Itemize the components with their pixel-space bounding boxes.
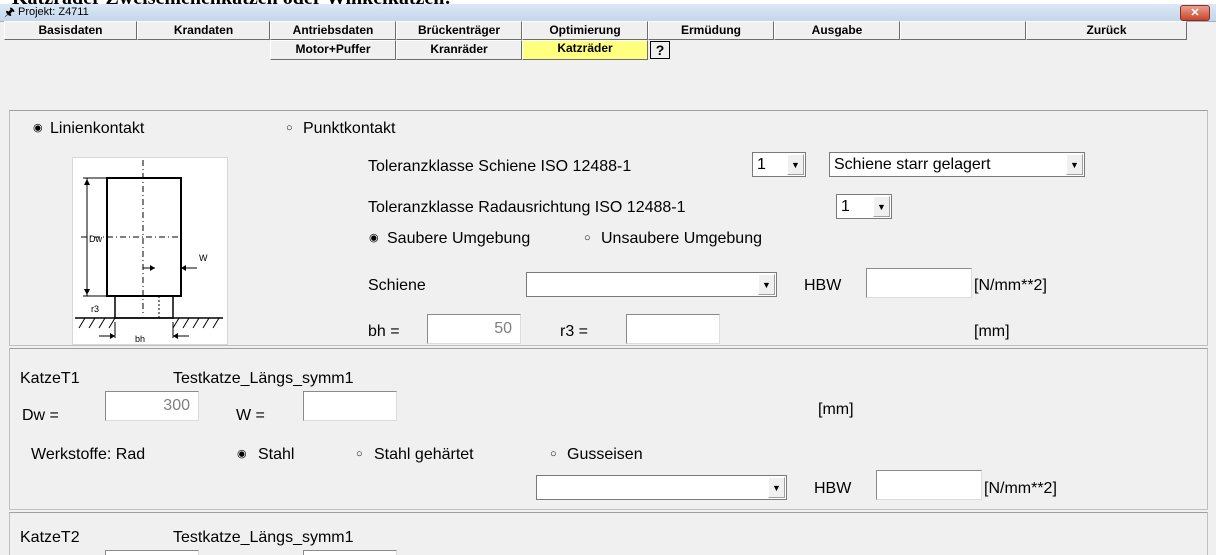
schiene-hbw-input[interactable]	[866, 268, 972, 298]
tab-zurueck[interactable]: Zurück	[1026, 21, 1187, 40]
linienkontakt-radio[interactable]: ◉	[33, 119, 43, 138]
katze-t2-w-input[interactable]	[303, 550, 397, 555]
katze-t2-dw-input[interactable]	[105, 550, 199, 555]
katze-t1-name: Testkatze_Längs_symm1	[173, 370, 354, 387]
katze-t1-hbw-unit: [N/mm**2]	[984, 480, 1057, 497]
schiene-select[interactable]: ▼	[526, 272, 777, 297]
dw-input[interactable]: 300	[105, 391, 199, 421]
w-input[interactable]	[303, 391, 397, 421]
katze-t1-hbw-label: HBW	[814, 480, 852, 497]
dw-label: Dw =	[22, 407, 59, 424]
schiene-label: Schiene	[368, 277, 426, 294]
dims-unit: [mm]	[974, 323, 1010, 340]
katze-t1-id: KatzeT1	[20, 370, 80, 387]
tab-ausgabe[interactable]: Ausgabe	[774, 21, 900, 40]
tab-motor-puffer[interactable]: Motor+Puffer	[270, 40, 396, 60]
tab-krandaten[interactable]: Krandaten	[137, 21, 270, 40]
title-bar: 🖈 Projekt: Z4711 ✕	[0, 4, 1216, 22]
schiene-hbw-label: HBW	[804, 277, 842, 294]
lagerung-value: Schiene starr gelagert	[834, 156, 991, 173]
chevron-down-icon[interactable]: ▼	[787, 154, 804, 175]
saubere-umgebung-label: Saubere Umgebung	[387, 230, 531, 247]
bh-input[interactable]: 50	[427, 314, 521, 344]
unsaubere-umgebung-label: Unsaubere Umgebung	[601, 230, 762, 247]
schiene-hbw-unit: [N/mm**2]	[974, 277, 1047, 294]
chevron-down-icon[interactable]: ▼	[758, 274, 775, 295]
diagram-dw-label: Dw	[89, 234, 102, 244]
katze-t2-id: KatzeT2	[20, 529, 80, 546]
tab-empty[interactable]	[900, 21, 1026, 40]
katze-t2-name: Testkatze_Längs_symm1	[173, 529, 354, 546]
app-window: 🖈 Projekt: Z4711 ✕ Basisdaten Krandaten …	[0, 4, 1216, 555]
tab-antriebsdaten[interactable]: Antriebsdaten	[270, 21, 396, 40]
app-icon: 🖈	[4, 5, 16, 19]
linienkontakt-label: Linienkontakt	[50, 120, 145, 137]
punktkontakt-radio[interactable]: ○	[286, 119, 293, 138]
stahl-label: Stahl	[258, 446, 295, 463]
diagram-bh-label: bh	[135, 334, 145, 344]
tab-ermuedung[interactable]: Ermüdung	[648, 21, 774, 40]
wheel-diagram: Dw W r3 bh	[72, 157, 228, 345]
toleranz-schiene-value: 1	[757, 156, 766, 173]
close-button[interactable]: ✕	[1180, 5, 1210, 21]
r3-input[interactable]	[626, 314, 720, 344]
toleranz-rad-label: Toleranzklasse Radausrichtung ISO 12488-…	[368, 199, 686, 216]
stahl-gehaertet-label: Stahl gehärtet	[374, 446, 474, 463]
saubere-umgebung-radio[interactable]: ◉	[369, 229, 379, 248]
punktkontakt-label: Punktkontakt	[303, 120, 396, 137]
toleranz-schiene-label: Toleranzklasse Schiene ISO 12488-1	[368, 158, 632, 175]
katze-t1-unit: [mm]	[818, 401, 854, 418]
katze-t1-hbw-input[interactable]	[876, 470, 982, 500]
toleranz-schiene-select[interactable]: 1 ▼	[752, 152, 806, 177]
tab-optimierung[interactable]: Optimierung	[522, 21, 648, 40]
wheel-diagram-svg: Dw W r3 bh	[75, 160, 223, 344]
unsaubere-umgebung-radio[interactable]: ○	[584, 229, 591, 248]
chevron-down-icon[interactable]: ▼	[873, 196, 890, 217]
r3-label: r3 =	[560, 323, 589, 340]
tab-brueckentraeger[interactable]: Brückenträger	[396, 21, 522, 40]
tab-katzraeder[interactable]: Katzräder	[522, 40, 648, 60]
stahl-radio[interactable]: ◉	[237, 445, 247, 464]
stahl-gehaertet-radio[interactable]: ○	[356, 445, 363, 464]
help-button[interactable]: ?	[650, 41, 670, 59]
bh-label: bh =	[368, 323, 400, 340]
tab-basisdaten[interactable]: Basisdaten	[4, 21, 137, 40]
toleranz-rad-select[interactable]: 1 ▼	[836, 194, 892, 219]
w-label: W =	[236, 407, 265, 424]
werkstoff-select[interactable]: ▼	[536, 475, 787, 500]
lagerung-select[interactable]: Schiene starr gelagert ▼	[829, 152, 1085, 177]
toleranz-rad-value: 1	[841, 198, 850, 215]
diagram-w-label: W	[199, 253, 208, 263]
chevron-down-icon[interactable]: ▼	[1066, 154, 1083, 175]
chevron-down-icon[interactable]: ▼	[768, 477, 785, 498]
gusseisen-label: Gusseisen	[567, 446, 643, 463]
diagram-r3-label: r3	[91, 304, 99, 314]
gusseisen-radio[interactable]: ○	[550, 445, 557, 464]
werkstoffe-label: Werkstoffe: Rad	[31, 446, 146, 463]
window-title: Projekt: Z4711	[18, 6, 89, 18]
tab-kranraeder[interactable]: Kranräder	[396, 40, 522, 60]
